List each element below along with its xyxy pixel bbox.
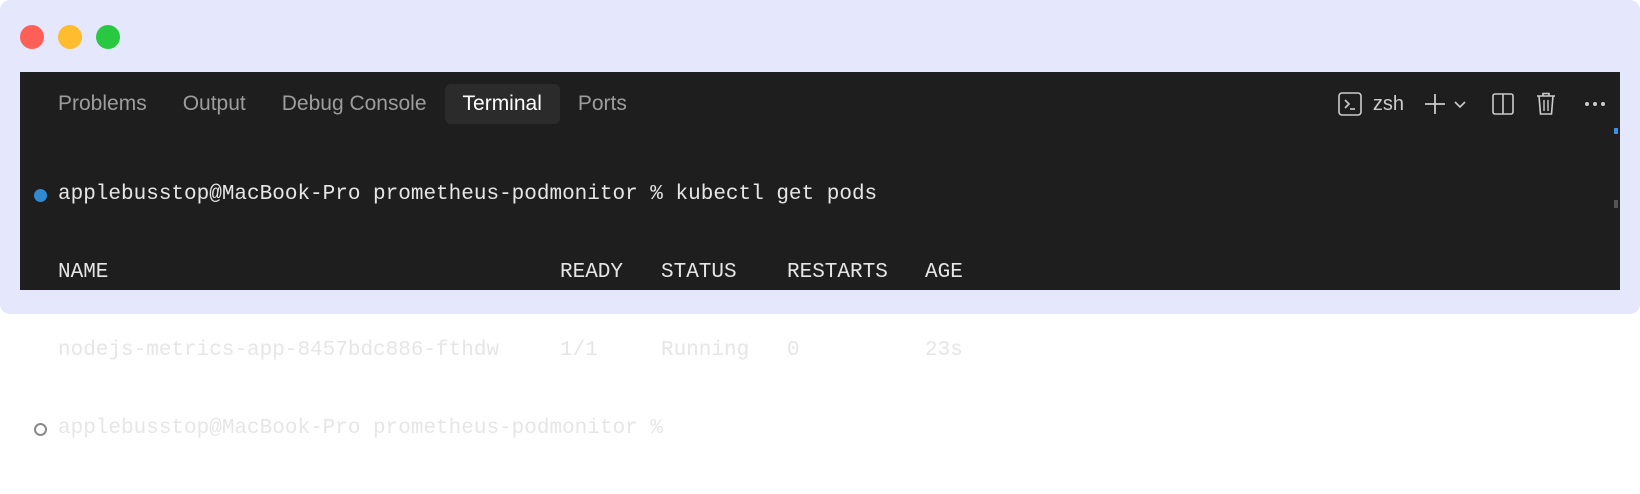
- minimize-window-button[interactable]: [58, 25, 82, 49]
- kill-terminal-button[interactable]: [1534, 86, 1558, 122]
- command-success-dot-icon[interactable]: [34, 188, 47, 202]
- text-cursor: [677, 417, 690, 441]
- terminal-line: applebusstop@MacBook-Pro prometheus-podm…: [34, 416, 1594, 442]
- maximize-window-button[interactable]: [96, 25, 120, 49]
- output-header: NAME READY STATUS RESTARTS AGE: [34, 260, 1594, 286]
- split-editor-icon: [1490, 91, 1516, 117]
- pod-age: 23s: [925, 339, 963, 362]
- col-status: STATUS: [661, 261, 737, 284]
- terminal-panel: Problems Output Debug Console Terminal P…: [20, 72, 1620, 441]
- more-actions-button[interactable]: [1584, 86, 1606, 122]
- terminal-line: applebusstop@MacBook-Pro prometheus-podm…: [34, 182, 1594, 208]
- command-pending-dot-icon: [34, 422, 47, 436]
- pod-name: nodejs-metrics-app-8457bdc886-fthdw: [58, 339, 500, 362]
- shell-label: zsh: [1372, 92, 1404, 115]
- new-terminal-button[interactable]: [1422, 86, 1448, 122]
- terminal-dropdown-button[interactable]: [1452, 86, 1468, 122]
- trash-icon: [1534, 91, 1558, 117]
- terminal-output[interactable]: applebusstop@MacBook-Pro prometheus-podm…: [34, 130, 1594, 494]
- panel-tabs: Problems Output Debug Console Terminal P…: [40, 84, 645, 124]
- prompt-text: applebusstop@MacBook-Pro prometheus-podm…: [58, 183, 663, 206]
- terminal-icon: [1337, 91, 1363, 117]
- col-restarts: RESTARTS: [787, 261, 888, 284]
- window-frame: Problems Output Debug Console Terminal P…: [0, 0, 1640, 441]
- col-age: AGE: [925, 261, 963, 284]
- plus-icon: [1422, 91, 1448, 117]
- traffic-lights: [20, 25, 120, 49]
- tab-problems[interactable]: Problems: [40, 84, 165, 124]
- ellipsis-icon: [1584, 100, 1606, 108]
- current-prompt-text: applebusstop@MacBook-Pro prometheus-podm…: [58, 417, 663, 440]
- pod-status: Running: [661, 339, 750, 362]
- scrollbar-marker[interactable]: [1614, 128, 1618, 134]
- close-window-button[interactable]: [20, 25, 44, 49]
- table-row: nodejs-metrics-app-8457bdc886-fthdw 1/1 Ru…: [34, 338, 1594, 364]
- tab-ports[interactable]: Ports: [560, 84, 645, 124]
- split-terminal-button[interactable]: [1490, 86, 1516, 122]
- tab-debug-console[interactable]: Debug Console: [264, 84, 445, 124]
- tab-output[interactable]: Output: [165, 84, 264, 124]
- pod-ready: 1/1: [560, 339, 598, 362]
- col-name: NAME: [58, 261, 109, 284]
- chevron-down-icon: [1452, 96, 1468, 112]
- command-text: kubectl get pods: [675, 183, 878, 206]
- panel-toolbar: zsh: [1337, 86, 1606, 122]
- col-ready: READY: [560, 261, 624, 284]
- pod-restarts: 0: [787, 339, 800, 362]
- tab-terminal[interactable]: Terminal: [444, 84, 560, 124]
- shell-selector[interactable]: zsh: [1337, 86, 1422, 122]
- scrollbar-thumb[interactable]: [1614, 200, 1618, 208]
